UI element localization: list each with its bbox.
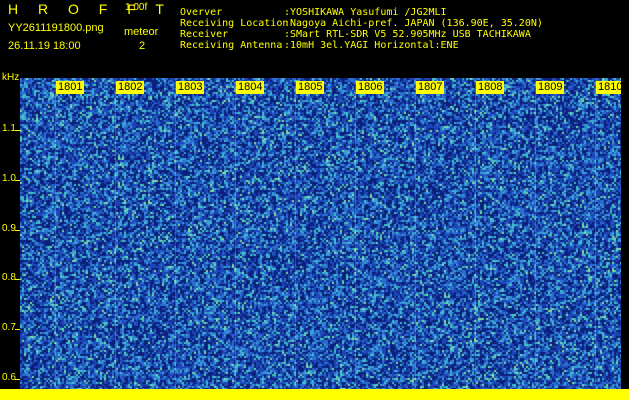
axis-tick-label: 1.0 xyxy=(2,173,16,184)
time-label: 1803 xyxy=(176,81,205,94)
time-label: 1802 xyxy=(116,81,145,94)
info-key-antenna: Receiving Antenna xyxy=(180,40,283,51)
time-label: 1805 xyxy=(296,81,325,94)
spectrogram: 1801 1802 1803 1804 1805 1806 1807 1808 … xyxy=(20,78,621,400)
time-label: 1806 xyxy=(356,81,385,94)
info-value-location: :Nagoya Aichi-pref. JAPAN (136.90E, 35.2… xyxy=(284,18,543,29)
spectrogram-noise xyxy=(20,78,621,400)
time-label: 1801 xyxy=(56,81,85,94)
time-label: 1807 xyxy=(416,81,445,94)
info-key-observer: Overver xyxy=(180,7,223,18)
info-key-receiver: Receiver xyxy=(180,29,229,40)
minute-gridline xyxy=(235,78,236,388)
minute-gridline xyxy=(475,78,476,388)
meteor-count: 2 xyxy=(139,40,146,52)
axis-unit-label: kHz xyxy=(2,72,20,83)
info-value-antenna: :10mH 3el.YAGI Horizontal:ENE xyxy=(284,40,459,51)
meteor-label: meteor xyxy=(124,26,159,38)
info-value-observer: :YOSHIKAWA Yasufumi /JG2MLI xyxy=(284,7,447,18)
app-logo: H R O F F T xyxy=(8,1,172,17)
time-label: 1809 xyxy=(536,81,565,94)
time-label: 1808 xyxy=(476,81,505,94)
info-value-receiver: :SMart RTL-SDR V5 52.905MHz USB TACHIKAW… xyxy=(284,29,531,40)
time-label: 1810 xyxy=(596,81,621,94)
frequency-axis: kHz 1.1 1.0 0.9 0.8 0.7 0.6 xyxy=(0,72,20,400)
minute-gridline xyxy=(595,78,596,388)
minute-gridline xyxy=(175,78,176,388)
axis-tick-label: 0.8 xyxy=(2,272,16,283)
plot-right-border xyxy=(621,78,629,389)
axis-tick-label: 0.7 xyxy=(2,322,16,333)
minute-gridline xyxy=(55,78,56,388)
version-label: 1.00f xyxy=(125,2,148,13)
axis-tick-label: 0.6 xyxy=(2,372,16,383)
signal-level-bar xyxy=(0,389,629,400)
minute-gridline xyxy=(535,78,536,388)
axis-tick-label: 1.1 xyxy=(2,123,16,134)
minute-gridline xyxy=(355,78,356,388)
minute-gridline xyxy=(115,78,116,388)
time-label: 1804 xyxy=(236,81,265,94)
minute-gridline xyxy=(295,78,296,388)
minute-gridline xyxy=(415,78,416,388)
datetime-label: 26.11.19 18:00 xyxy=(8,40,81,52)
header-panel: H R O F F T 1.00f YY2611191800.png 26.11… xyxy=(0,0,629,78)
filename-label: YY2611191800.png xyxy=(8,22,104,34)
info-key-location: Receiving Location xyxy=(180,18,289,29)
axis-tick-label: 0.9 xyxy=(2,223,16,234)
